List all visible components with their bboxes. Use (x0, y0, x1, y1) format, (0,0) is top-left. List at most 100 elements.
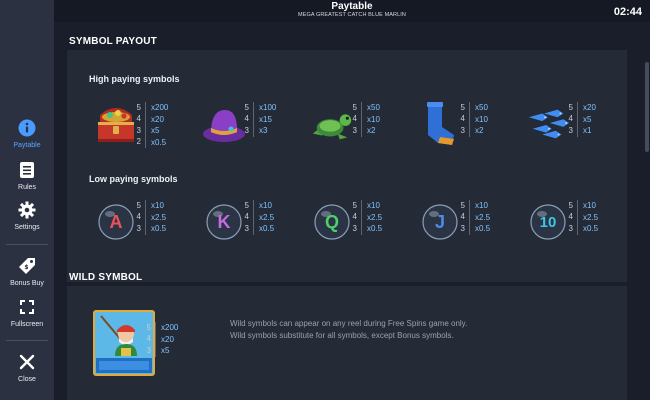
fullscreen-icon (17, 297, 37, 317)
payout-count: 5 (460, 102, 465, 112)
payout-value: x10 (583, 201, 596, 211)
payout-count: 5 (136, 200, 141, 210)
bubble-a-icon: A (93, 194, 139, 250)
treasure-chest-icon (93, 96, 139, 152)
payout-row: 3 x5 (147, 345, 178, 357)
payout-value: x200 (151, 103, 169, 113)
payout-value: x0.5 (259, 224, 275, 234)
payout-value: x50 (475, 103, 488, 113)
payout-value: x20 (161, 334, 174, 344)
payout-row: 3 x0.5 (137, 223, 167, 235)
svg-text:$: $ (24, 264, 28, 271)
sidebar: Paytable Rules Settings $ Bonus Buy Full… (0, 0, 54, 400)
payout-list: 5 x10 4 x2.5 3 x0.5 (245, 200, 275, 235)
payout-list: 5 x10 4 x2.5 3 x0.5 (461, 200, 491, 235)
payout-count: 4 (146, 334, 151, 344)
symbol-letter: 10 (539, 213, 557, 231)
high-symbol: 5 x50 4 x10 3 x2 (417, 96, 525, 152)
payout-row: 5 x100 (245, 102, 277, 114)
low-symbol: A 5 x10 4 x2.5 3 x0.5 (93, 194, 201, 250)
payout-count: 3 (352, 223, 357, 233)
payout-row: 3 x0.5 (245, 223, 275, 235)
payout-value: x10 (367, 201, 380, 211)
bubble-k-icon: K (201, 194, 247, 250)
payout-row: 4 x2.5 (137, 212, 167, 224)
payout-count: 5 (244, 200, 249, 210)
payout-list: 5 x50 4 x10 3 x2 (353, 102, 380, 137)
payout-count: 3 (460, 125, 465, 135)
payout-count: 5 (460, 200, 465, 210)
payout-count: 5 (568, 102, 573, 112)
sidebar-item-rules[interactable]: Rules (0, 160, 54, 191)
payout-value: x2.5 (475, 212, 491, 222)
payout-count: 5 (352, 102, 357, 112)
payout-count: 5 (244, 102, 249, 112)
payout-value: x2 (367, 126, 376, 136)
payout-count: 5 (352, 200, 357, 210)
sidebar-item-fullscreen[interactable]: Fullscreen (0, 297, 54, 328)
rubber-boot-icon (417, 96, 463, 152)
scrollbar-thumb[interactable] (645, 62, 649, 152)
payout-list: 5 x200 4 x20 3 x5 2 x0.5 (137, 102, 169, 148)
payout-value: x2 (475, 126, 484, 136)
payout-row: 4 x5 (569, 114, 596, 126)
payout-value: x5 (151, 126, 160, 136)
wild-description-line-1: Wild symbols can appear on any reel duri… (230, 319, 468, 328)
wild-description-line-2: Wild symbols substitute for all symbols,… (230, 331, 454, 340)
payout-row: 3 x2 (461, 125, 488, 137)
payout-list: 5 x20 4 x5 3 x1 (569, 102, 596, 137)
bubble-j-icon: J (417, 194, 463, 250)
payout-count: 4 (352, 114, 357, 124)
payout-row: 4 x15 (245, 114, 276, 126)
payout-value: x0.5 (475, 224, 491, 234)
payout-row: 4 x2.5 (569, 212, 599, 224)
payout-count: 4 (568, 212, 573, 222)
section-title-symbol-payout: SYMBOL PAYOUT (69, 36, 157, 47)
sidebar-item-paytable[interactable]: Paytable (0, 118, 54, 149)
fishing-hat-icon (201, 96, 247, 152)
payout-list: 5 x10 4 x2.5 3 x0.5 (137, 200, 167, 235)
paytable-content[interactable]: SYMBOL PAYOUT High paying symbols 5 x200 … (54, 22, 644, 400)
game-name: MEGA GREATEST CATCH BLUE MARLIN (298, 12, 406, 18)
payout-value: x50 (367, 103, 380, 113)
payout-row: 3 x0.5 (569, 223, 599, 235)
payout-row: 3 x3 (245, 125, 276, 137)
sidebar-item-settings[interactable]: Settings (0, 200, 54, 231)
payout-value: x5 (583, 114, 592, 124)
payout-count: 4 (244, 212, 249, 222)
gear-icon (17, 200, 37, 220)
payout-row: 3 x2 (353, 125, 380, 137)
symbol-letter: J (434, 211, 445, 232)
payout-row: 5 x10 (569, 200, 598, 212)
clock: 02:44 (613, 6, 642, 18)
payout-count: 4 (136, 212, 141, 222)
high-symbol: 5 x50 4 x10 3 x2 (309, 96, 417, 152)
payout-row: 5 x10 (353, 200, 382, 212)
payout-value: x0.5 (583, 224, 599, 234)
scrollbar[interactable] (644, 22, 650, 400)
sidebar-item-bonus-buy[interactable]: $ Bonus Buy (0, 256, 54, 287)
payout-value: x10 (367, 114, 380, 124)
payout-row: 3 x0.5 (353, 223, 383, 235)
sidebar-item-label: Close (18, 376, 36, 383)
bubble-10-icon: 10 (525, 194, 571, 250)
payout-count: 3 (244, 223, 249, 233)
sidebar-item-close[interactable]: Close (0, 352, 54, 383)
section-title-wild: WILD SYMBOL (69, 272, 143, 283)
bubble-q-icon: Q (309, 194, 355, 250)
sidebar-divider (6, 244, 48, 245)
payout-count: 3 (146, 345, 151, 355)
payout-value: x1 (583, 126, 592, 136)
symbol-letter: K (217, 211, 231, 232)
payout-count: 3 (352, 125, 357, 135)
tag-icon: $ (17, 256, 37, 276)
payout-count: 3 (568, 125, 573, 135)
payout-list: 5 x100 4 x15 3 x3 (245, 102, 277, 137)
payout-value: x10 (475, 114, 488, 124)
payout-row: 4 x2.5 (353, 212, 383, 224)
payout-row: 5 x10 (461, 200, 490, 212)
symbol-letter: A (109, 211, 123, 232)
payout-value: x2.5 (583, 212, 599, 222)
high-paying-title: High paying symbols (89, 74, 180, 84)
payout-count: 3 (460, 223, 465, 233)
